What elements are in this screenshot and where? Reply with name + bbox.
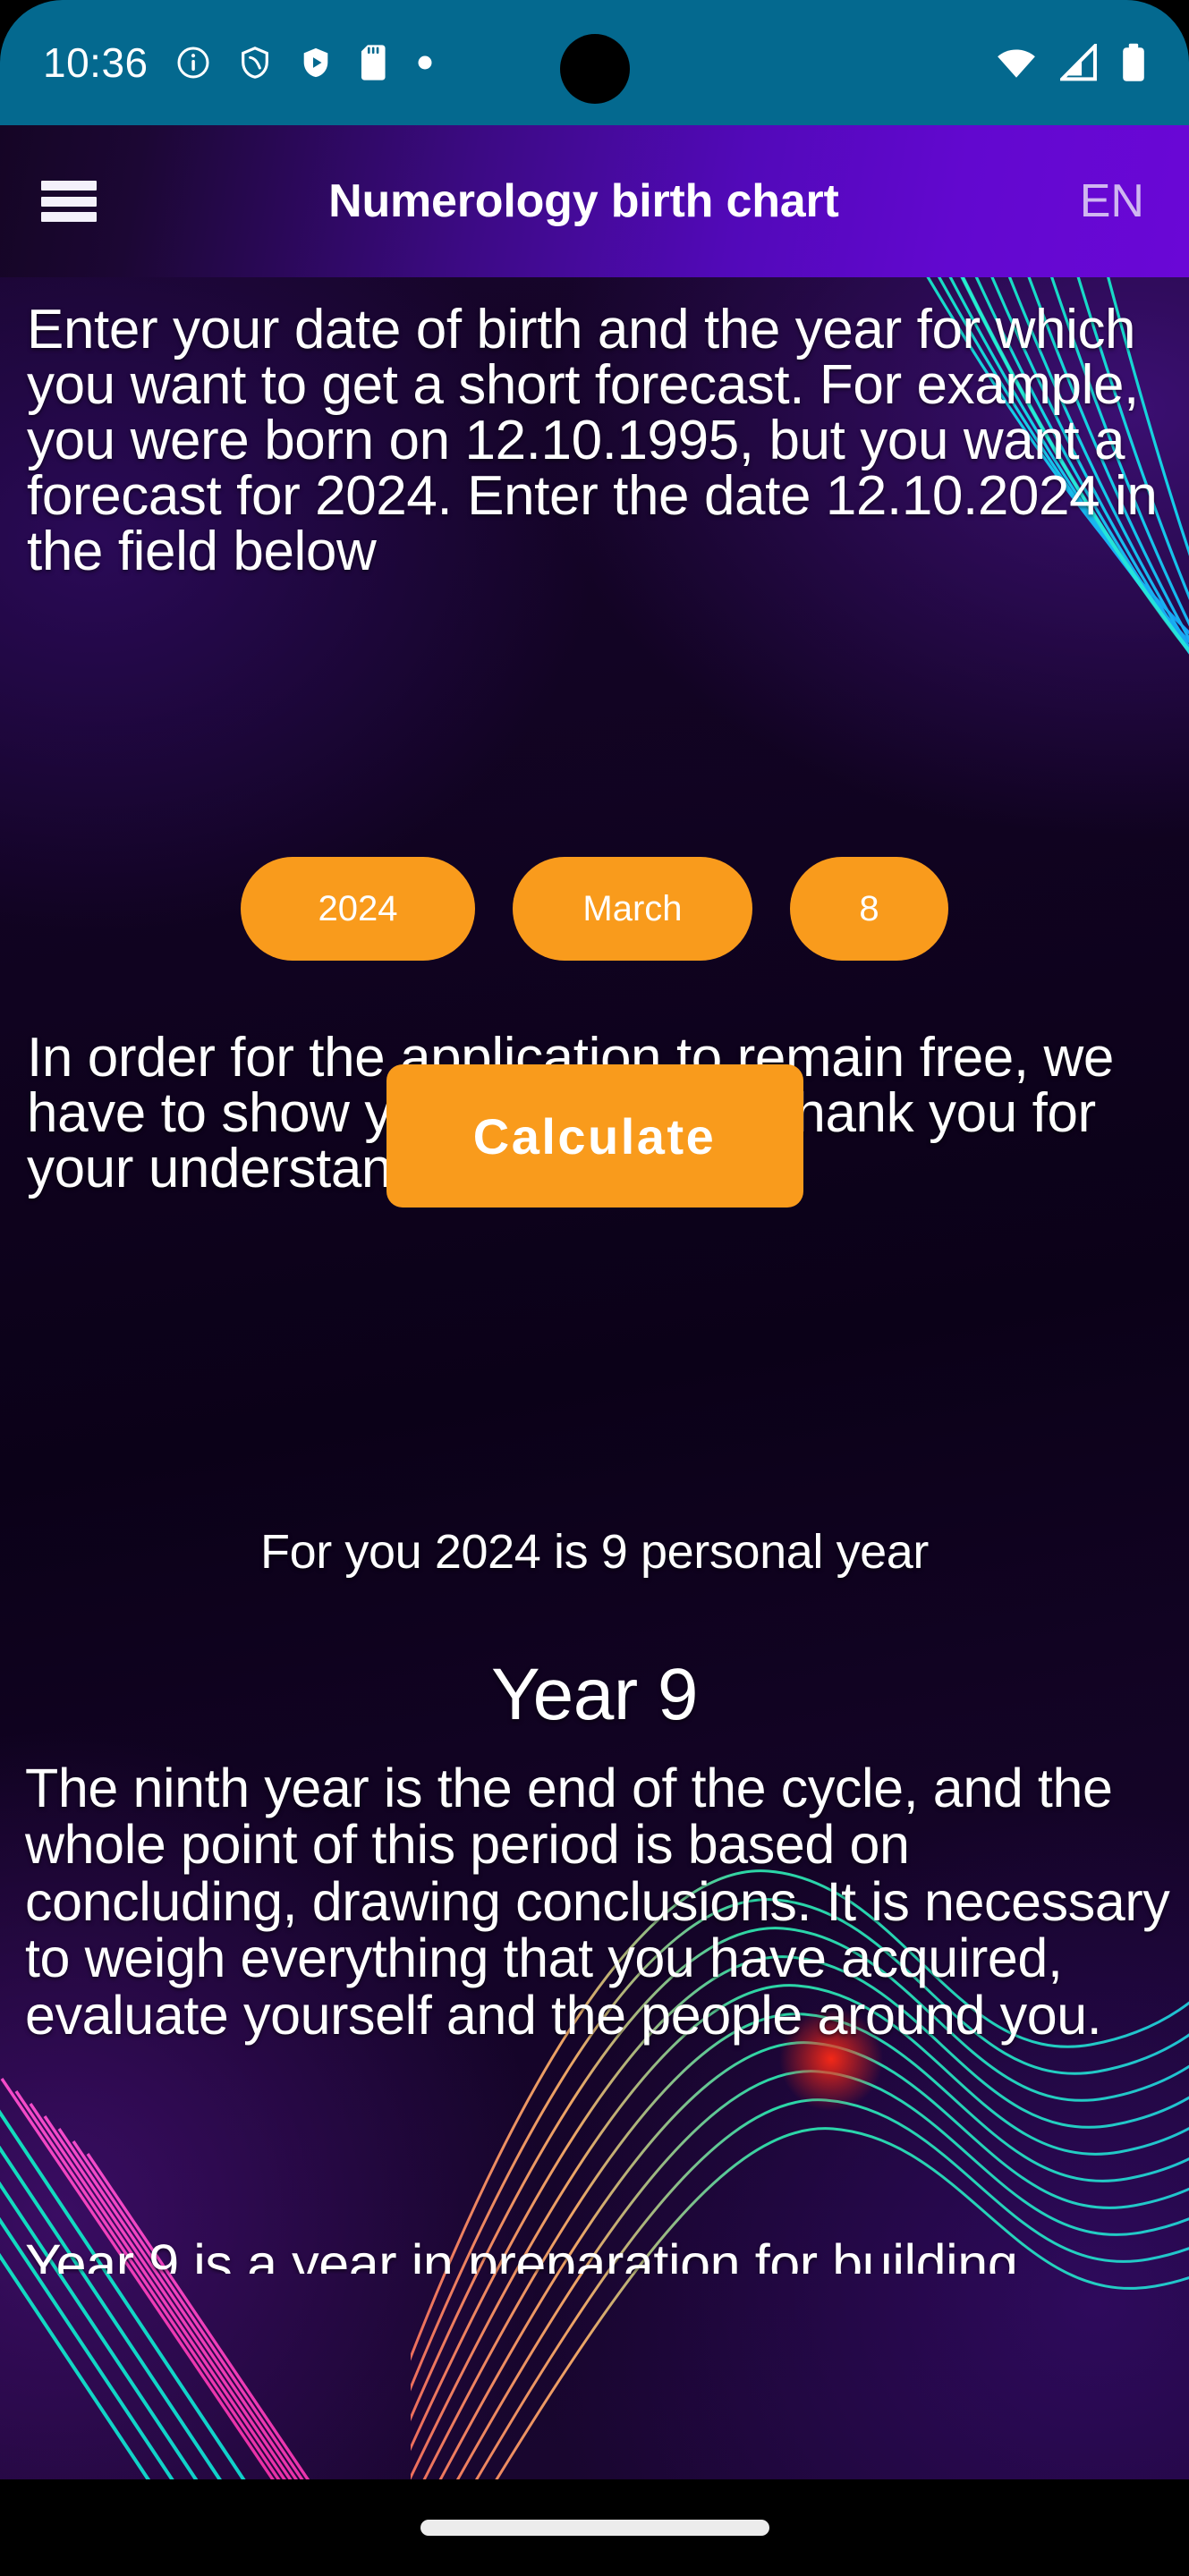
status-bar-left-group: 10:36 (43, 42, 996, 83)
shield-play-icon (299, 45, 333, 80)
battery-icon (1121, 43, 1146, 82)
page-title: Numerology birth chart (328, 175, 839, 227)
year-picker-button[interactable]: 2024 (241, 857, 475, 961)
personal-year-summary: For you 2024 is 9 personal year (259, 1525, 930, 1579)
month-picker-button[interactable]: March (513, 857, 752, 961)
app-screen: 10:36 Numerology birth chart EN Enter yo… (0, 0, 1189, 2576)
camera-punch-hole (559, 34, 630, 104)
home-indicator[interactable] (420, 2520, 769, 2536)
system-navigation-bar (0, 2479, 1189, 2576)
shield-outline-icon (238, 45, 272, 80)
cellular-signal-icon (1060, 44, 1098, 81)
status-clock: 10:36 (43, 39, 149, 86)
status-bar-right-group (996, 43, 1146, 82)
language-switch-button[interactable]: EN (1080, 174, 1150, 228)
result-heading: Year 9 (490, 1654, 699, 1735)
day-picker-button[interactable]: 8 (790, 857, 948, 961)
date-picker-row: 2024 March 8 (0, 857, 1189, 961)
dot-icon (417, 55, 433, 71)
main-content: Enter your date of birth and the year fo… (0, 277, 1189, 2479)
info-icon (175, 45, 211, 80)
wifi-icon (996, 44, 1037, 81)
result-body-text: The ninth year is the end of the cycle, … (25, 1758, 1170, 2046)
sd-card-icon (360, 44, 390, 81)
result-body-clipped-text: Year 9 is a year in preparation for buil… (25, 2236, 1018, 2274)
app-bar: Numerology birth chart EN (0, 125, 1189, 277)
intro-instructions-text: Enter your date of birth and the year fo… (27, 299, 1158, 582)
calculate-button[interactable]: Calculate (386, 1064, 803, 1208)
